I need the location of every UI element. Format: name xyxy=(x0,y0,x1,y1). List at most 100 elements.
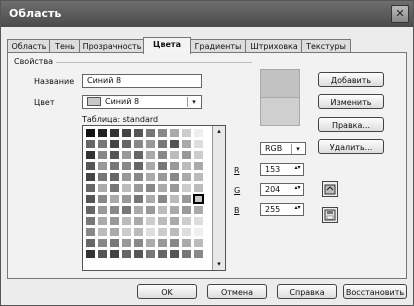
color-swatch[interactable] xyxy=(97,227,108,237)
color-swatch[interactable] xyxy=(157,128,168,138)
title-bar[interactable]: Область ✕ xyxy=(1,1,413,27)
color-swatch[interactable] xyxy=(157,238,168,248)
tab-transparency[interactable]: Прозрачность xyxy=(79,39,145,53)
color-swatch[interactable] xyxy=(97,216,108,226)
color-model-select[interactable]: RGB ▾ xyxy=(260,142,306,155)
color-swatch[interactable] xyxy=(109,194,120,204)
color-swatch[interactable] xyxy=(121,227,132,237)
color-swatch[interactable] xyxy=(145,128,156,138)
color-swatch[interactable] xyxy=(133,216,144,226)
color-swatch[interactable] xyxy=(97,128,108,138)
scroll-down-icon[interactable]: ▾ xyxy=(213,259,225,270)
color-swatch[interactable] xyxy=(157,183,168,193)
color-swatch[interactable] xyxy=(181,205,192,215)
color-swatch[interactable] xyxy=(85,172,96,182)
color-swatch[interactable] xyxy=(133,227,144,237)
ok-button[interactable]: OK xyxy=(137,284,197,299)
color-swatch[interactable] xyxy=(97,183,108,193)
color-swatch[interactable] xyxy=(157,205,168,215)
color-swatch[interactable] xyxy=(133,183,144,193)
tab-gradients[interactable]: Градиенты xyxy=(189,39,247,53)
color-swatch[interactable] xyxy=(85,183,96,193)
color-swatch[interactable] xyxy=(145,183,156,193)
color-swatch[interactable] xyxy=(169,161,180,171)
color-swatch[interactable] xyxy=(181,128,192,138)
color-swatch[interactable] xyxy=(121,161,132,171)
color-swatch[interactable] xyxy=(181,172,192,182)
color-swatch[interactable] xyxy=(133,139,144,149)
help-button[interactable]: Справка xyxy=(277,284,337,299)
color-swatch[interactable] xyxy=(157,161,168,171)
color-swatch[interactable] xyxy=(133,128,144,138)
color-swatch[interactable] xyxy=(145,139,156,149)
color-swatch[interactable] xyxy=(133,194,144,204)
color-swatch[interactable] xyxy=(97,139,108,149)
color-swatch[interactable] xyxy=(133,172,144,182)
color-swatch[interactable] xyxy=(193,205,204,215)
color-swatch[interactable] xyxy=(109,161,120,171)
color-swatch[interactable] xyxy=(157,216,168,226)
color-swatch[interactable] xyxy=(193,216,204,226)
color-swatch[interactable] xyxy=(109,128,120,138)
color-swatch[interactable] xyxy=(157,249,168,259)
color-swatch[interactable] xyxy=(169,128,180,138)
color-swatch[interactable] xyxy=(181,238,192,248)
load-palette-icon[interactable] xyxy=(322,181,338,197)
color-swatch[interactable] xyxy=(145,194,156,204)
color-swatch[interactable] xyxy=(121,194,132,204)
color-swatch[interactable] xyxy=(181,183,192,193)
r-spinner[interactable]: 153 ▴▾ xyxy=(260,163,304,176)
color-swatch[interactable] xyxy=(169,238,180,248)
color-swatch[interactable] xyxy=(169,205,180,215)
color-swatch[interactable] xyxy=(121,139,132,149)
color-swatch[interactable] xyxy=(157,172,168,182)
color-swatch[interactable] xyxy=(145,249,156,259)
color-swatch[interactable] xyxy=(109,238,120,248)
color-swatch[interactable] xyxy=(109,183,120,193)
color-swatch[interactable] xyxy=(85,205,96,215)
color-select[interactable]: Синий 8 ▾ xyxy=(82,95,202,109)
color-swatch[interactable] xyxy=(133,150,144,160)
color-swatch[interactable] xyxy=(169,172,180,182)
color-swatch[interactable] xyxy=(181,216,192,226)
color-swatch[interactable] xyxy=(97,172,108,182)
color-swatch[interactable] xyxy=(193,238,204,248)
color-swatch[interactable] xyxy=(121,128,132,138)
restore-button[interactable]: Восстановить xyxy=(343,284,407,299)
color-swatch[interactable] xyxy=(193,194,204,204)
color-swatch[interactable] xyxy=(169,139,180,149)
color-swatch[interactable] xyxy=(85,150,96,160)
color-swatch[interactable] xyxy=(169,216,180,226)
color-swatch[interactable] xyxy=(193,139,204,149)
color-swatch[interactable] xyxy=(85,227,96,237)
tab-textures[interactable]: Текстуры xyxy=(301,39,351,53)
save-palette-icon[interactable] xyxy=(322,207,338,223)
color-swatch[interactable] xyxy=(145,161,156,171)
color-swatch[interactable] xyxy=(109,150,120,160)
color-swatch[interactable] xyxy=(85,128,96,138)
color-swatch[interactable] xyxy=(121,205,132,215)
tab-hatching[interactable]: Штриховка xyxy=(245,39,303,53)
color-swatch[interactable] xyxy=(157,139,168,149)
tab-colors[interactable]: Цвета xyxy=(143,37,191,54)
color-swatch[interactable] xyxy=(97,194,108,204)
color-swatch[interactable] xyxy=(97,205,108,215)
tab-area[interactable]: Область xyxy=(7,39,51,53)
spin-arrows-icon[interactable]: ▴▾ xyxy=(293,205,302,214)
color-swatch[interactable] xyxy=(157,150,168,160)
color-swatch[interactable] xyxy=(145,150,156,160)
color-swatch[interactable] xyxy=(121,183,132,193)
chevron-down-icon[interactable]: ▾ xyxy=(291,144,304,154)
color-swatch[interactable] xyxy=(145,172,156,182)
color-swatch[interactable] xyxy=(193,183,204,193)
color-swatch[interactable] xyxy=(97,238,108,248)
scroll-up-icon[interactable]: ▴ xyxy=(213,126,225,137)
color-swatch[interactable] xyxy=(181,194,192,204)
g-spinner[interactable]: 204 ▴▾ xyxy=(260,183,304,196)
b-spinner[interactable]: 255 ▴▾ xyxy=(260,203,304,216)
color-swatch[interactable] xyxy=(133,249,144,259)
color-swatch[interactable] xyxy=(169,227,180,237)
color-swatch[interactable] xyxy=(133,161,144,171)
color-swatch[interactable] xyxy=(169,183,180,193)
spin-arrows-icon[interactable]: ▴▾ xyxy=(293,165,302,174)
